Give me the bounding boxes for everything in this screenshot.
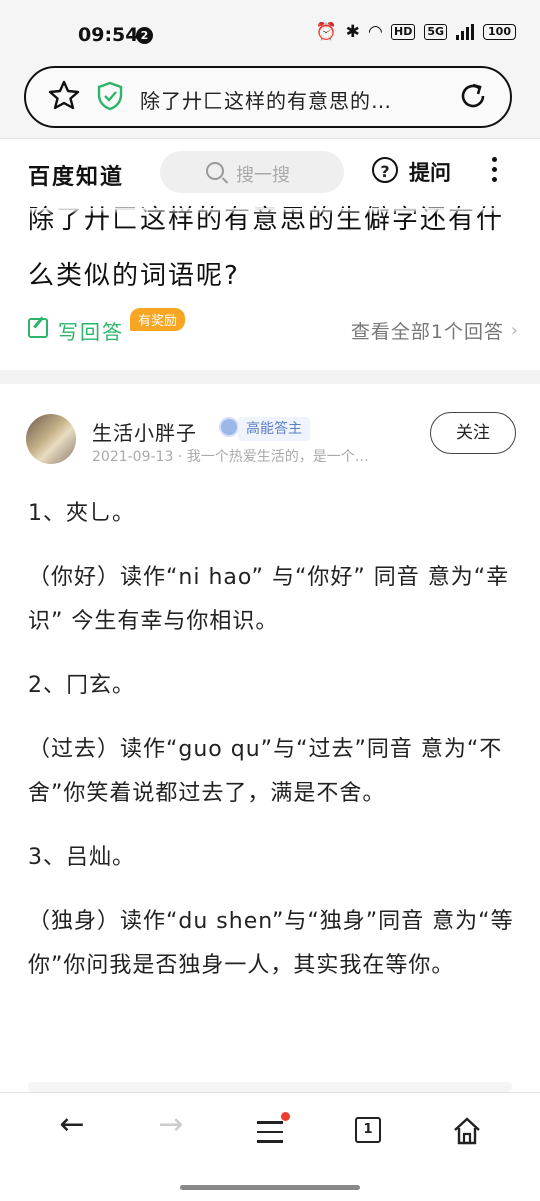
avatar[interactable] — [26, 414, 76, 464]
answer-paragraph: （你好）读作“ni hao” 与“你好” 同音 意为“幸识” 今生有幸与你相识。 — [28, 565, 510, 634]
ask-button[interactable]: 提问 — [409, 157, 451, 187]
search-box[interactable]: 搜一搜 — [160, 151, 344, 193]
answer-meta: 2021-09-13 · 我一个热爱生活的，是一个… — [92, 449, 369, 465]
search-placeholder: 搜一搜 — [236, 165, 290, 186]
author-badge: 高能答主 — [238, 417, 310, 441]
image-placeholder — [28, 1082, 512, 1092]
follow-button[interactable]: 关注 — [430, 412, 516, 454]
answer-paragraph: （过去）读作“guo qu”与“过去”同音 意为“不舍”你笑着说都过去了，满是不… — [28, 737, 503, 806]
network-5g-indicator: 5G — [424, 24, 448, 40]
wifi-icon: ◠ — [368, 22, 382, 42]
question-actions: 写回答 有奖励 查看全部1个回答 › — [28, 308, 518, 352]
menu-notification-dot — [281, 1112, 290, 1121]
write-answer-button[interactable]: 写回答 — [58, 316, 124, 345]
battery-indicator: 100 — [483, 24, 516, 40]
star-icon[interactable] — [48, 79, 80, 111]
alarm-icon: ⏰ — [315, 22, 337, 42]
edit-icon[interactable] — [28, 318, 48, 338]
signal-icon — [456, 24, 475, 40]
more-menu-icon[interactable] — [492, 157, 497, 183]
section-divider — [0, 370, 540, 384]
answer-paragraph: （独身）读作“du shen”与“独身”同音 意为“等你”你问我是否独身一人，其… — [28, 909, 514, 978]
answer-paragraph: 2、冂玄。 — [28, 673, 135, 698]
status-time: 09:54 — [78, 24, 139, 46]
home-indicator[interactable] — [180, 1185, 360, 1190]
reward-badge: 有奖励 — [130, 308, 186, 331]
home-icon[interactable] — [437, 1107, 497, 1157]
shield-check-icon[interactable] — [96, 81, 124, 111]
forward-arrow-icon[interactable]: → — [141, 1107, 201, 1157]
tabs-icon[interactable]: 1 — [338, 1107, 398, 1157]
header-shadow — [0, 208, 540, 214]
address-text[interactable]: 除了廾匚这样的有意思的… — [140, 85, 392, 114]
status-icons: ⏰ ✱ ◠ HD 5G 100 — [315, 22, 516, 42]
tabs-count: 1 — [355, 1117, 381, 1143]
bluetooth-icon: ✱ — [345, 22, 360, 42]
address-bar[interactable]: 除了廾匚这样的有意思的… — [24, 66, 512, 128]
view-all-answers-link[interactable]: 查看全部1个回答 — [351, 317, 504, 344]
notification-count-badge: 2 — [136, 27, 153, 44]
answer-paragraph: 1、夾乚。 — [28, 501, 135, 526]
answer-paragraph: 3、吕灿。 — [28, 845, 135, 870]
menu-icon[interactable] — [240, 1107, 300, 1157]
medal-icon — [219, 417, 239, 437]
back-arrow-icon[interactable]: ← — [42, 1107, 102, 1157]
question-mark-icon[interactable]: ? — [372, 157, 398, 183]
chevron-right-icon[interactable]: › — [511, 320, 518, 341]
hd-indicator: HD — [391, 24, 416, 40]
browser-toolbar: 除了廾匚这样的有意思的… — [0, 62, 540, 138]
site-logo[interactable]: 百度知道 — [28, 159, 124, 191]
author-name[interactable]: 生活小胖子 — [92, 417, 197, 446]
answer-body: 1、夾乚。 （你好）读作“ni hao” 与“你好” 同音 意为“幸识” 今生有… — [28, 492, 518, 1008]
search-icon — [206, 162, 224, 180]
status-bar: 09:54 2 ⏰ ✱ ◠ HD 5G 100 — [0, 0, 540, 62]
refresh-icon[interactable] — [458, 81, 488, 111]
